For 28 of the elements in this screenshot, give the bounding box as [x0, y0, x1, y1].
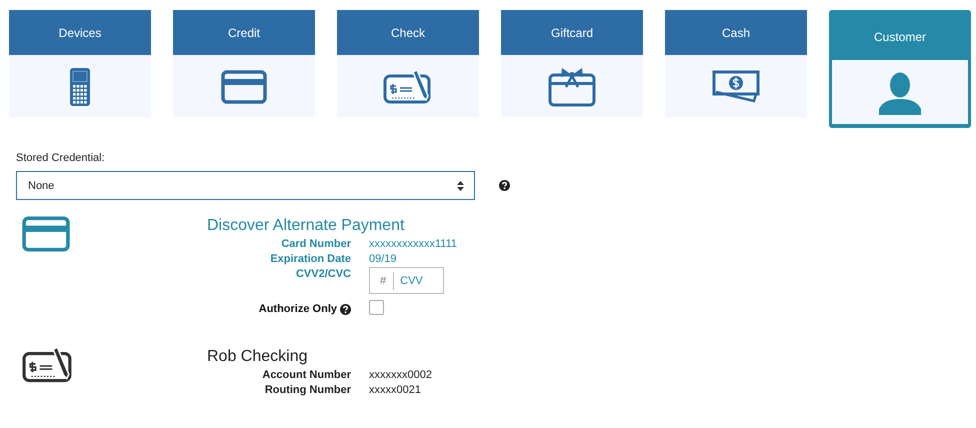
field-label: Stored Credential:	[16, 152, 106, 164]
field-label: CVV2/CVC	[296, 268, 351, 280]
field-label: Card Number	[281, 238, 351, 250]
payment-tab[interactable]: Customer	[829, 10, 971, 128]
field-label: Expiration Date	[270, 253, 351, 265]
credit-card-icon	[22, 216, 70, 252]
field-label: Account Number	[262, 369, 351, 381]
help-icon[interactable]	[340, 304, 351, 314]
field-label: Routing Number	[264, 384, 351, 396]
updown-caret-icon	[457, 180, 464, 190]
check-icon	[383, 70, 433, 104]
check-icon	[22, 347, 74, 383]
field-value: 09/19	[369, 253, 397, 265]
field-value: xxxxxxx0002	[369, 369, 432, 381]
checkbox[interactable]	[369, 300, 384, 315]
phone-icon	[69, 67, 91, 107]
account-title: Rob Checking	[207, 348, 308, 366]
stored-credential-dropdown[interactable]: None	[16, 171, 475, 200]
cvv-field[interactable]: # CVV	[369, 267, 444, 294]
checkbox-label: Authorize Only	[258, 303, 337, 315]
person-icon	[877, 71, 923, 115]
account-title: Discover Alternate Payment	[207, 217, 406, 235]
gift-card-icon	[548, 67, 596, 107]
field-value: xxxxx0021	[369, 384, 421, 396]
cash-icon	[712, 70, 760, 104]
help-icon[interactable]	[499, 180, 510, 191]
field-value: xxxxxxxxxxxx1111	[369, 238, 458, 250]
credit-card-icon	[221, 70, 267, 104]
